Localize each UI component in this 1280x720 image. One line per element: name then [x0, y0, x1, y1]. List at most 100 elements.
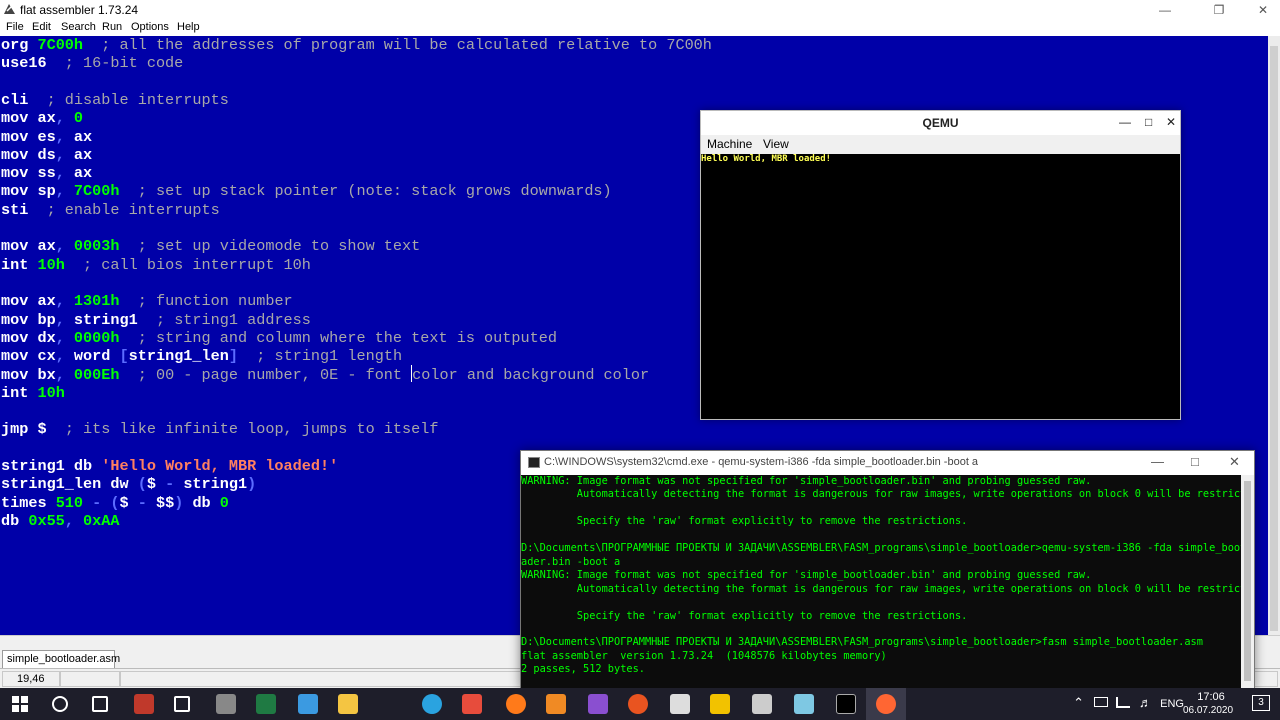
- telegram-icon[interactable]: [422, 694, 442, 714]
- code-token: int: [1, 255, 38, 274]
- cmd-output[interactable]: WARNING: Image format was not specified …: [521, 475, 1241, 689]
- code-token: 7C00h: [73, 182, 120, 201]
- menu-help[interactable]: Help: [177, 21, 200, 33]
- menu-machine[interactable]: Machine: [707, 137, 752, 151]
- code-token: ,: [55, 127, 74, 146]
- minimize-button[interactable]: —: [1142, 0, 1188, 20]
- menu-edit[interactable]: Edit: [32, 21, 51, 33]
- excel-icon[interactable]: [256, 694, 276, 714]
- editor-scrollbar[interactable]: [1268, 36, 1280, 635]
- code-line[interactable]: mov ss, ax: [1, 164, 92, 182]
- code-line[interactable]: mov bp, string1 ; string1 address: [1, 311, 311, 329]
- code-token: ,: [55, 164, 74, 183]
- notification-count: 3: [1258, 697, 1264, 708]
- code-line[interactable]: string1_len dw ($ - string1): [1, 475, 256, 493]
- cmd-line: WARNING: Image format was not specified …: [521, 475, 1092, 487]
- photos-icon[interactable]: [298, 694, 318, 714]
- qemu-maximize-button[interactable]: □: [1145, 115, 1152, 129]
- code-token: 000Eh: [73, 366, 120, 385]
- clock-time[interactable]: 17:06: [1188, 691, 1234, 703]
- chevron-up-icon[interactable]: ⌃: [1073, 695, 1084, 711]
- clock-date[interactable]: 06.07.2020: [1182, 705, 1234, 716]
- qemu-window[interactable]: QEMU — □ ✕ Machine View Hello World, MBR…: [700, 110, 1181, 420]
- code-line[interactable]: use16 ; 16-bit code: [1, 54, 183, 72]
- code-line[interactable]: mov cx, word [string1_len] ; string1 len…: [1, 347, 402, 365]
- code-token: - (: [83, 493, 120, 512]
- windows-start-icon[interactable]: [12, 696, 28, 712]
- code-line[interactable]: mov ds, ax: [1, 146, 92, 164]
- menu-options[interactable]: Options: [131, 21, 169, 33]
- search-icon[interactable]: [52, 696, 68, 712]
- code-token: ,: [64, 511, 84, 530]
- code-token: mov ax: [1, 109, 56, 128]
- menu-search[interactable]: Search: [61, 21, 96, 33]
- sublime-text-icon[interactable]: [546, 694, 566, 714]
- ubuntu-icon[interactable]: [628, 694, 648, 714]
- code-line[interactable]: mov bx, 000Eh ; 00 - page number, 0E - f…: [1, 365, 649, 385]
- cmd-close-button[interactable]: ✕: [1229, 454, 1240, 470]
- code-line[interactable]: jmp $ ; its like infinite loop, jumps to…: [1, 420, 439, 438]
- network-icon[interactable]: [1116, 697, 1130, 708]
- qemu-display[interactable]: Hello World, MBR loaded!: [701, 154, 1180, 419]
- settings-icon[interactable]: [174, 696, 190, 712]
- file-tab[interactable]: simple_bootloader.asm: [2, 650, 120, 669]
- code-line[interactable]: mov ax, 0: [1, 109, 83, 127]
- cmd-line: WARNING: Image format was not specified …: [521, 569, 1092, 582]
- code-line[interactable]: org 7C00h ; all the addresses of program…: [1, 36, 712, 54]
- code-line[interactable]: times 510 - ($ - $$) db 0: [1, 494, 229, 512]
- media-player-icon[interactable]: [710, 694, 730, 714]
- volume-icon[interactable]: ♬: [1139, 695, 1152, 710]
- visual-studio-icon[interactable]: [588, 694, 608, 714]
- scrollbar-thumb[interactable]: [1244, 481, 1251, 681]
- code-token: ; its like infinite loop, jumps to itsel…: [46, 420, 439, 439]
- paint-icon[interactable]: [752, 694, 772, 714]
- menu-view[interactable]: View: [763, 137, 789, 151]
- cmd-maximize-button[interactable]: □: [1191, 454, 1199, 469]
- qemu-icon[interactable]: [876, 694, 896, 714]
- code-line[interactable]: int 10h ; call bios interrupt 10h: [1, 256, 311, 274]
- menu-file[interactable]: File: [6, 21, 24, 33]
- code-line[interactable]: mov ax, 0003h ; set up videomode to show…: [1, 237, 420, 255]
- code-line[interactable]: mov es, ax: [1, 128, 92, 146]
- code-token: 0003h: [73, 237, 120, 256]
- microsoft-store-icon[interactable]: [462, 694, 482, 714]
- cmd-scrollbar[interactable]: [1241, 475, 1254, 689]
- battery-icon[interactable]: [1094, 697, 1108, 707]
- cmd-icon[interactable]: [836, 694, 856, 714]
- qemu-minimize-button[interactable]: —: [1119, 115, 1131, 129]
- code-line[interactable]: string1 db 'Hello World, MBR loaded!': [1, 457, 338, 475]
- close-button[interactable]: ✕: [1240, 0, 1280, 20]
- code-token: ax: [73, 145, 93, 164]
- code-token: 510: [55, 493, 84, 512]
- notepad-icon[interactable]: [794, 694, 814, 714]
- code-token: ,: [55, 328, 74, 347]
- code-line[interactable]: db 0x55, 0xAA: [1, 512, 120, 530]
- code-line[interactable]: mov sp, 7C00h ; set up stack pointer (no…: [1, 182, 612, 200]
- cmd-window[interactable]: C:\WINDOWS\system32\cmd.exe - qemu-syste…: [520, 450, 1255, 690]
- qemu-close-button[interactable]: ✕: [1166, 115, 1176, 129]
- firefox-icon[interactable]: [506, 694, 526, 714]
- cmd-minimize-button[interactable]: —: [1151, 454, 1164, 469]
- screenshot-tool-icon[interactable]: [216, 694, 236, 714]
- task-view-icon[interactable]: [92, 696, 108, 712]
- language-indicator[interactable]: ENG: [1160, 698, 1184, 710]
- code-token: mov bp: [1, 310, 56, 329]
- code-line[interactable]: int 10h: [1, 384, 65, 402]
- file-explorer-icon[interactable]: [338, 694, 358, 714]
- scrollbar-thumb[interactable]: [1270, 46, 1278, 631]
- code-line[interactable]: mov dx, 0000h ; string and column where …: [1, 329, 557, 347]
- winrar-icon[interactable]: [134, 694, 154, 714]
- code-token: int: [1, 383, 38, 402]
- code-token: 0xAA: [83, 511, 120, 530]
- taskbar: ⌃ ♬ ENG 17:06 06.07.2020 3: [0, 688, 1280, 720]
- code-line[interactable]: mov ax, 1301h ; function number: [1, 292, 293, 310]
- qemu-title: QEMU: [701, 111, 1180, 135]
- menu-run[interactable]: Run: [102, 21, 122, 33]
- code-line[interactable]: cli ; disable interrupts: [1, 91, 229, 109]
- cmd-title: C:\WINDOWS\system32\cmd.exe - qemu-syste…: [544, 456, 979, 468]
- code-token: ; all the addresses of program will be c…: [83, 36, 712, 54]
- document-icon[interactable]: [670, 694, 690, 714]
- maximize-button[interactable]: ❐: [1196, 0, 1242, 20]
- code-line[interactable]: sti ; enable interrupts: [1, 201, 220, 219]
- notification-icon[interactable]: 3: [1252, 695, 1270, 711]
